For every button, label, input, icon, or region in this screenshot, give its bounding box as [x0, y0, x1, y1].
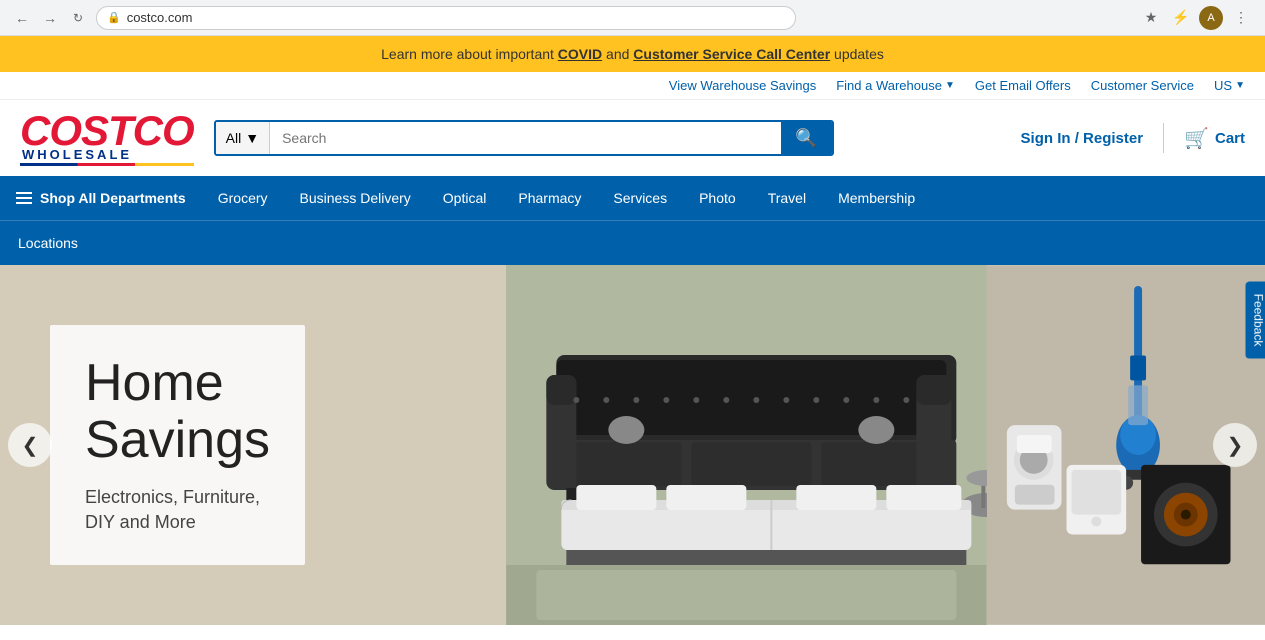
signin-link[interactable]: Sign In / Register — [1021, 130, 1144, 147]
announcement-banner: Learn more about important COVID and Cus… — [0, 36, 1265, 72]
secondary-nav: Locations — [0, 220, 1265, 265]
search-input[interactable] — [270, 122, 781, 154]
hero-title: HomeSavings — [85, 355, 270, 469]
find-warehouse-link[interactable]: Find a Warehouse ▼ — [836, 78, 955, 93]
nav-item-pharmacy[interactable]: Pharmacy — [502, 176, 597, 220]
announcement-text-after: updates — [834, 46, 884, 62]
carousel-next-button[interactable]: ❯ — [1213, 423, 1257, 467]
cart-label: Cart — [1215, 130, 1245, 147]
search-button[interactable]: 🔍 — [781, 122, 831, 154]
country-selector[interactable]: US ▼ — [1214, 78, 1245, 93]
back-button[interactable]: ← — [12, 8, 32, 28]
nav-item-business-delivery[interactable]: Business Delivery — [284, 176, 427, 220]
divider — [1163, 123, 1164, 153]
cart-button[interactable]: 🛒 Cart — [1184, 126, 1245, 151]
nav-item-all-departments[interactable]: Shop All Departments — [0, 176, 202, 220]
carousel-prev-button[interactable]: ❮ — [8, 423, 52, 467]
header: COSTCO WHOLESALE All ▼ 🔍 Sign In / Regis… — [0, 100, 1265, 176]
hero-products-image — [506, 265, 987, 625]
hero-subtitle: Electronics, Furniture,DIY and More — [85, 485, 270, 535]
browser-actions: ★ ⚡ A ⋮ — [1139, 6, 1253, 30]
chevron-down-icon: ▼ — [945, 80, 955, 91]
chevron-down-icon: ▼ — [1235, 80, 1245, 91]
nav-item-membership[interactable]: Membership — [822, 176, 931, 220]
profile-avatar[interactable]: A — [1199, 6, 1223, 30]
nav-item-photo[interactable]: Photo — [683, 176, 752, 220]
nav-item-services[interactable]: Services — [597, 176, 683, 220]
bookmark-button[interactable]: ★ — [1139, 6, 1163, 30]
utility-nav: View Warehouse Savings Find a Warehouse … — [0, 72, 1265, 100]
chevron-down-icon: ▼ — [245, 130, 259, 146]
hero-product-section — [506, 265, 987, 625]
search-category-label: All — [226, 130, 242, 146]
browser-chrome: ← → ↻ 🔒 costco.com ★ ⚡ A ⋮ — [0, 0, 1265, 36]
hamburger-icon — [16, 192, 32, 204]
extensions-button[interactable]: ⚡ — [1169, 6, 1193, 30]
search-bar[interactable]: All ▼ 🔍 — [214, 120, 834, 156]
nav-item-optical[interactable]: Optical — [427, 176, 503, 220]
nav-item-grocery[interactable]: Grocery — [202, 176, 284, 220]
menu-button[interactable]: ⋮ — [1229, 6, 1253, 30]
address-bar[interactable]: 🔒 costco.com — [96, 6, 796, 30]
logo[interactable]: COSTCO WHOLESALE — [20, 110, 194, 166]
cart-icon: 🛒 — [1184, 126, 1209, 151]
view-warehouse-savings-link[interactable]: View Warehouse Savings — [669, 78, 816, 93]
hero-banner: HomeSavings Electronics, Furniture,DIY a… — [0, 265, 1265, 625]
lock-icon: 🔒 — [107, 11, 121, 24]
url-text: costco.com — [127, 10, 193, 25]
hero-text-section: HomeSavings Electronics, Furniture,DIY a… — [0, 265, 506, 625]
search-category-dropdown[interactable]: All ▼ — [216, 122, 270, 154]
logo-wholesale-text: WHOLESALE — [20, 148, 194, 161]
announcement-text-middle: and — [606, 46, 633, 62]
forward-button[interactable]: → — [40, 8, 60, 28]
feedback-tab[interactable]: Feedback — [1246, 282, 1265, 359]
nav-item-locations[interactable]: Locations — [0, 221, 96, 265]
announcement-text-before: Learn more about important — [381, 46, 558, 62]
search-icon: 🔍 — [795, 128, 817, 149]
header-actions: Sign In / Register 🛒 Cart — [1021, 123, 1245, 153]
logo-lines — [20, 163, 194, 166]
nav-item-travel[interactable]: Travel — [752, 176, 822, 220]
logo-costco-text: COSTCO — [20, 110, 194, 152]
all-departments-label: Shop All Departments — [40, 190, 186, 206]
get-email-offers-link[interactable]: Get Email Offers — [975, 78, 1071, 93]
customer-service-call-center-link[interactable]: Customer Service Call Center — [633, 46, 830, 62]
main-nav: Shop All Departments Grocery Business De… — [0, 176, 1265, 220]
customer-service-link[interactable]: Customer Service — [1091, 78, 1194, 93]
refresh-button[interactable]: ↻ — [68, 8, 88, 28]
covid-link[interactable]: COVID — [558, 46, 602, 62]
hero-text-box: HomeSavings Electronics, Furniture,DIY a… — [50, 325, 305, 566]
